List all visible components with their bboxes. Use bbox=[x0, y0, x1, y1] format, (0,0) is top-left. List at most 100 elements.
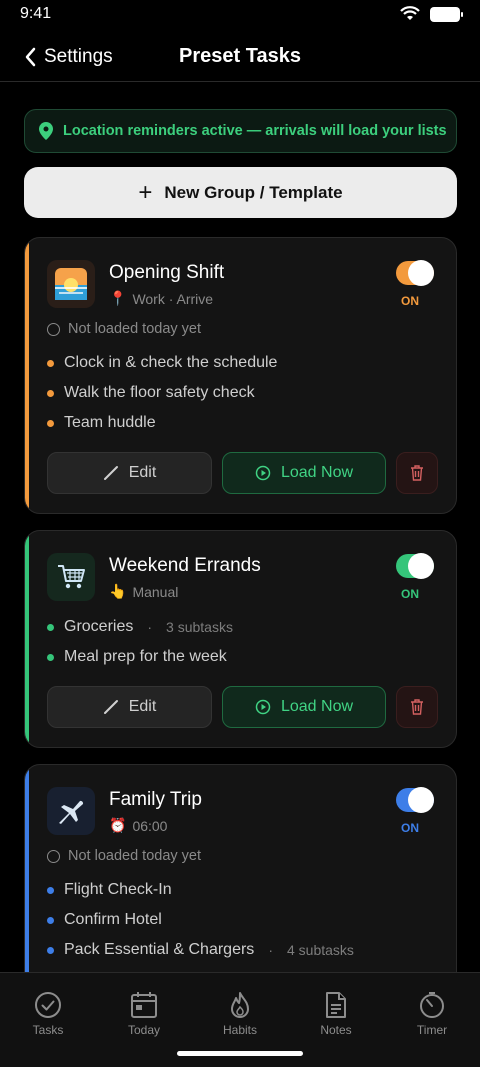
location-pin-icon bbox=[39, 122, 53, 140]
delete-button[interactable] bbox=[396, 452, 438, 494]
banner-text: Location reminders active — arrivals wil… bbox=[63, 123, 447, 139]
tab-label: Today bbox=[127, 1023, 161, 1037]
card-subtitle: 👆 Manual bbox=[109, 583, 178, 600]
pencil-icon bbox=[103, 700, 118, 714]
task-meta: 3 subtasks bbox=[166, 619, 233, 635]
bullet-dot bbox=[47, 419, 54, 427]
tab-timer[interactable]: Timer bbox=[384, 973, 480, 1067]
trash-icon bbox=[411, 465, 423, 481]
sunrise-icon bbox=[47, 260, 95, 308]
task-label: Meal prep for the week bbox=[64, 648, 227, 665]
edit-label: Edit bbox=[128, 464, 157, 481]
card-subtitle-text: Manual bbox=[132, 583, 179, 600]
task-label: Confirm Hotel bbox=[64, 911, 162, 928]
card-accent bbox=[25, 765, 29, 1003]
alarm-clock-icon: ⏰ bbox=[109, 817, 127, 833]
bullet-dot bbox=[47, 389, 54, 397]
task-meta: 4 subtasks bbox=[286, 942, 354, 958]
airplane-icon bbox=[47, 787, 95, 835]
check-circle-icon bbox=[35, 992, 61, 1018]
wifi-icon bbox=[400, 6, 420, 20]
pointing-hand-icon: 👆 bbox=[109, 583, 127, 599]
task-item: Team huddle bbox=[47, 414, 156, 432]
shopping-cart-icon bbox=[47, 553, 95, 601]
task-item: Groceries · 3 subtasks bbox=[47, 618, 233, 636]
new-group-button[interactable]: + New Group / Template bbox=[24, 167, 457, 218]
empty-circle-icon bbox=[47, 849, 60, 863]
delete-button[interactable] bbox=[396, 686, 438, 728]
card-subtitle-text: Work · Arrive bbox=[132, 290, 214, 307]
tab-label: Notes bbox=[320, 1023, 352, 1037]
task-item: Flight Check-In bbox=[47, 881, 172, 899]
card-title: Family Trip bbox=[109, 789, 202, 810]
load-now-button[interactable]: Load Now bbox=[222, 686, 386, 728]
task-item: Clock in & check the schedule bbox=[47, 354, 277, 372]
card-accent bbox=[25, 531, 29, 747]
location-banner: Location reminders active — arrivals wil… bbox=[24, 109, 457, 153]
enable-toggle[interactable] bbox=[396, 787, 434, 813]
load-status-text: Not loaded today yet bbox=[68, 848, 202, 864]
bullet-dot bbox=[47, 886, 54, 894]
preset-card[interactable]: Weekend Errands 👆 Manual ON Groceries · 3 … bbox=[24, 530, 457, 748]
status-time: 9:41 bbox=[20, 5, 52, 22]
task-label: Pack Essential & Chargers bbox=[64, 941, 255, 958]
tab-label: Tasks bbox=[32, 1023, 64, 1037]
load-now-button[interactable]: Load Now bbox=[222, 452, 386, 494]
chevron-left-icon bbox=[25, 47, 36, 66]
card-subtitle: 📍 Work · Arrive bbox=[109, 290, 213, 307]
bullet-dot bbox=[47, 653, 54, 661]
card-title: Weekend Errands bbox=[109, 555, 261, 576]
toggle-label: ON bbox=[401, 294, 419, 308]
back-button[interactable]: Settings bbox=[24, 46, 113, 68]
load-status: Not loaded today yet bbox=[47, 321, 201, 337]
play-circle-icon bbox=[255, 699, 271, 715]
timer-icon bbox=[420, 992, 444, 1018]
edit-button[interactable]: Edit bbox=[47, 686, 212, 728]
task-label: Team huddle bbox=[64, 414, 156, 431]
tab-label: Timer bbox=[416, 1023, 448, 1037]
calendar-icon bbox=[131, 992, 157, 1018]
status-bar: 9:41 bbox=[0, 0, 480, 28]
toggle-knob bbox=[408, 787, 434, 813]
nav-bar: Settings Preset Tasks bbox=[0, 32, 480, 82]
task-item: Meal prep for the week bbox=[47, 648, 227, 666]
task-label: Clock in & check the schedule bbox=[64, 354, 278, 371]
toggle-knob bbox=[408, 553, 434, 579]
task-item: Walk the floor safety check bbox=[47, 384, 255, 402]
load-label: Load Now bbox=[280, 698, 354, 715]
card-title: Opening Shift bbox=[109, 262, 225, 283]
load-status-text: Not loaded today yet bbox=[68, 321, 202, 337]
task-label: Walk the floor safety check bbox=[64, 384, 255, 401]
note-icon bbox=[326, 992, 346, 1018]
card-subtitle-text: 06:00 bbox=[132, 817, 168, 834]
enable-toggle[interactable] bbox=[396, 553, 434, 579]
tab-label: Habits bbox=[222, 1023, 257, 1037]
plus-icon: + bbox=[138, 178, 153, 206]
task-label: Groceries bbox=[64, 618, 134, 635]
task-item: Pack Essential & Chargers · 4 subtasks bbox=[47, 941, 354, 959]
toggle-knob bbox=[408, 260, 434, 286]
preset-card[interactable]: Family Trip ⏰ 06:00 ON Not loaded today … bbox=[24, 764, 457, 1004]
pencil-icon bbox=[103, 466, 118, 480]
card-accent bbox=[25, 238, 29, 513]
home-indicator bbox=[177, 1051, 303, 1056]
task-meta-separator: · bbox=[268, 942, 273, 958]
pin-icon: 📍 bbox=[109, 290, 127, 306]
task-meta-separator: · bbox=[147, 619, 153, 635]
play-circle-icon bbox=[255, 465, 271, 481]
empty-circle-icon bbox=[47, 322, 60, 336]
enable-toggle[interactable] bbox=[396, 260, 434, 286]
battery-icon bbox=[430, 6, 463, 22]
preset-card[interactable]: Opening Shift 📍 Work · Arrive ON Not loa… bbox=[24, 237, 457, 514]
new-group-label: New Group / Template bbox=[164, 182, 343, 202]
back-label: Settings bbox=[44, 45, 113, 67]
toggle-label: ON bbox=[401, 587, 419, 601]
bullet-dot bbox=[47, 623, 54, 631]
task-label: Flight Check-In bbox=[64, 881, 172, 898]
edit-label: Edit bbox=[128, 698, 157, 715]
task-item: Confirm Hotel bbox=[47, 911, 162, 929]
edit-button[interactable]: Edit bbox=[47, 452, 212, 494]
tab-tasks[interactable]: Tasks bbox=[0, 973, 96, 1067]
toggle-label: ON bbox=[401, 821, 419, 835]
trash-icon bbox=[411, 699, 423, 715]
